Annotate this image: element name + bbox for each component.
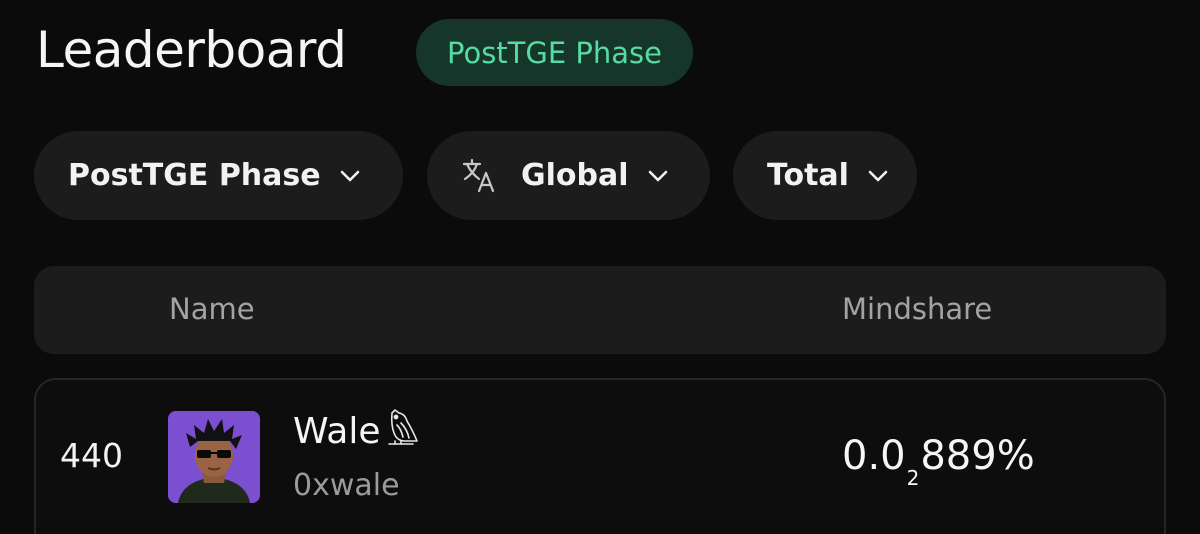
region-filter-label: Global	[521, 158, 629, 193]
mindshare-value: 0.02889%	[842, 433, 1035, 490]
table-header: Name Mindshare	[34, 266, 1166, 354]
rank-number: 440	[60, 436, 123, 475]
region-filter-dropdown[interactable]: Global	[427, 131, 710, 220]
column-header-mindshare[interactable]: Mindshare	[842, 292, 992, 326]
chevron-down-icon	[868, 170, 888, 181]
phase-filter-label: PostTGE Phase	[68, 158, 321, 193]
display-name-text: Wale	[293, 411, 381, 452]
mindshare-prefix: 0.0	[842, 433, 906, 479]
page-title: Leaderboard	[36, 21, 347, 79]
chevron-down-icon	[340, 170, 359, 181]
period-filter-label: Total	[767, 158, 849, 193]
owl-icon	[387, 409, 418, 445]
period-filter-dropdown[interactable]: Total	[733, 131, 917, 220]
column-header-name[interactable]: Name	[169, 292, 255, 326]
user-display-name[interactable]: Wale	[293, 409, 419, 452]
phase-badge: PostTGE Phase	[416, 19, 693, 86]
mindshare-subscript: 2	[906, 466, 920, 490]
phase-filter-dropdown[interactable]: PostTGE Phase	[34, 131, 403, 220]
avatar-image	[168, 411, 260, 503]
user-handle: 0xwale	[293, 468, 400, 503]
avatar[interactable]	[168, 411, 260, 503]
chevron-down-icon	[648, 170, 667, 181]
table-row[interactable]: 440 Wale 0xwale 0.02889%	[34, 378, 1166, 534]
translate-icon	[462, 158, 495, 192]
mindshare-suffix: 889%	[920, 433, 1035, 479]
leaderboard-page: Leaderboard PostTGE Phase PostTGE Phase …	[0, 0, 1200, 534]
